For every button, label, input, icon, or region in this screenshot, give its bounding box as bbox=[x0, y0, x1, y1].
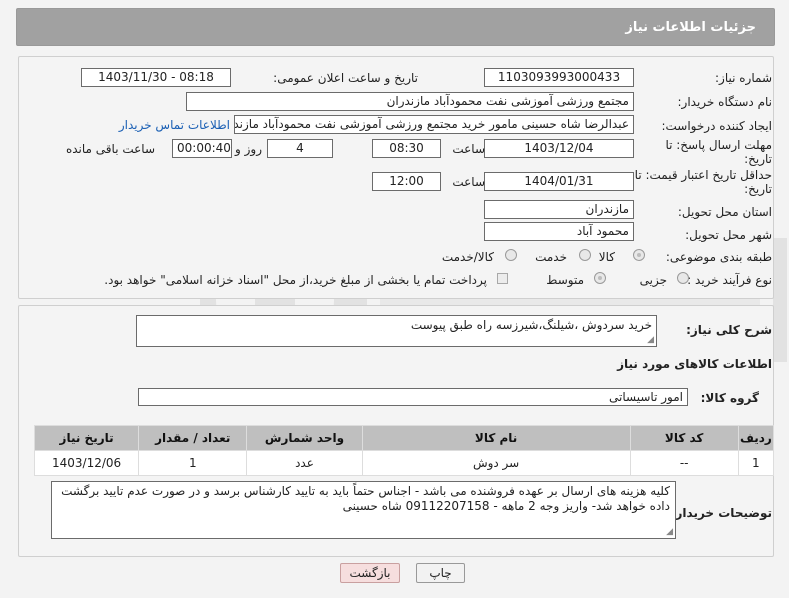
treasury-payment-note: پرداخت تمام یا بخشی از مبلغ خرید،از محل … bbox=[104, 273, 487, 287]
category-option-goods-service: کالا/خدمت bbox=[441, 250, 494, 264]
cell-need-date: 1403/12/06 bbox=[33, 450, 140, 476]
col-header-goods-name: نام کالا bbox=[361, 425, 631, 451]
category-radio-goods[interactable] bbox=[633, 249, 645, 261]
province-label: استان محل تحویل: bbox=[677, 205, 772, 219]
time-remaining-label: ساعت باقی مانده bbox=[65, 142, 155, 156]
cell-quantity: 1 bbox=[138, 450, 248, 476]
col-header-quantity: تعداد / مقدار bbox=[138, 425, 248, 451]
process-radio-medium[interactable] bbox=[594, 272, 606, 284]
category-option-goods: کالا bbox=[598, 250, 615, 264]
col-header-row-number: ردیف bbox=[737, 425, 775, 451]
buyer-notes-label: توضیحات خریدار: bbox=[670, 506, 772, 520]
city-field[interactable]: محمود آباد bbox=[484, 222, 634, 241]
process-radio-minor[interactable] bbox=[677, 272, 689, 284]
table-row[interactable]: 1 -- سر دوش عدد 1 1403/12/06 bbox=[33, 450, 775, 476]
buyer-notes-text: کلیه هزینه های ارسال بر عهده فروشنده می … bbox=[61, 484, 670, 513]
page-header: جزئیات اطلاعات نیاز bbox=[16, 8, 775, 46]
need-number-label: شماره نیاز: bbox=[715, 71, 772, 85]
col-header-unit: واحد شمارش bbox=[246, 425, 363, 451]
col-header-goods-code: کد کالا bbox=[629, 425, 739, 451]
cell-goods-code: -- bbox=[629, 450, 739, 476]
days-label: روز و bbox=[235, 142, 262, 156]
validity-time-label: ساعت bbox=[452, 175, 485, 189]
province-field[interactable]: مازندران bbox=[484, 200, 634, 219]
announce-date-label: تاریخ و ساعت اعلان عمومی: bbox=[273, 71, 418, 85]
deadline-time-field[interactable]: 08:30 bbox=[372, 139, 441, 158]
process-option-minor: جزیی bbox=[639, 273, 667, 287]
goods-table: ردیف کد کالا نام کالا واحد شمارش تعداد /… bbox=[33, 425, 775, 476]
goods-group-field[interactable]: امور تاسیساتی bbox=[138, 388, 688, 406]
process-label: نوع فرآیند خرید : bbox=[687, 273, 772, 287]
goods-group-label: گروه کالا: bbox=[700, 391, 759, 405]
process-option-medium: متوسط bbox=[546, 273, 584, 287]
validity-date-label: تاریخ: bbox=[744, 182, 772, 196]
category-radio-goods-service[interactable] bbox=[505, 249, 517, 261]
buyer-contact-link[interactable]: اطلاعات تماس خریدار bbox=[119, 118, 230, 132]
print-button[interactable]: چاپ bbox=[416, 563, 465, 583]
validity-label: حداقل تاریخ اعتبار قیمت: تا bbox=[634, 168, 772, 182]
requester-label: ایجاد کننده درخواست: bbox=[661, 119, 772, 133]
resize-grip-icon[interactable]: ◢ bbox=[647, 336, 654, 345]
requester-field[interactable]: عبدالرضا شاه حسینی مامور خرید مجتمع ورزش… bbox=[234, 115, 634, 134]
days-remaining-field[interactable]: 4 bbox=[267, 139, 333, 158]
category-option-service: خدمت bbox=[535, 250, 567, 264]
summary-textarea[interactable]: خرید سردوش ،شیلنگ،شیرزسه راه طبق پیوست ◢ bbox=[136, 315, 657, 347]
deadline-time-label: ساعت bbox=[452, 142, 485, 156]
summary-text: خرید سردوش ،شیلنگ،شیرزسه راه طبق پیوست bbox=[410, 318, 652, 332]
table-header-row: ردیف کد کالا نام کالا واحد شمارش تعداد /… bbox=[33, 425, 775, 451]
buyer-notes-textarea[interactable]: کلیه هزینه های ارسال بر عهده فروشنده می … bbox=[51, 481, 676, 539]
treasury-payment-checkbox[interactable] bbox=[497, 273, 508, 284]
page-title: جزئیات اطلاعات نیاز bbox=[625, 20, 756, 35]
category-label: طبقه بندی موضوعی: bbox=[665, 250, 772, 264]
back-button[interactable]: بازگشت bbox=[340, 563, 400, 583]
announce-date-field[interactable]: 1403/11/30 - 08:18 bbox=[81, 68, 231, 87]
city-label: شهر محل تحویل: bbox=[685, 228, 772, 242]
cell-goods-name: سر دوش bbox=[361, 450, 631, 476]
need-number-field[interactable]: 1103093993000433 bbox=[484, 68, 634, 87]
summary-label: شرح کلی نیاز: bbox=[686, 323, 772, 337]
category-radio-service[interactable] bbox=[579, 249, 591, 261]
validity-time-field[interactable]: 12:00 bbox=[372, 172, 441, 191]
buyer-org-label: نام دستگاه خریدار: bbox=[677, 95, 773, 109]
buyer-org-field[interactable]: مجتمع ورزشی آموزشی نفت محمودآباد مازندرا… bbox=[186, 92, 634, 111]
cell-unit: عدد bbox=[246, 450, 363, 476]
resize-grip-icon[interactable]: ◢ bbox=[666, 528, 673, 537]
deadline-label: مهلت ارسال پاسخ: تا bbox=[665, 138, 772, 152]
goods-section-title: اطلاعات کالاهای مورد نیاز bbox=[617, 357, 772, 371]
cell-row-number: 1 bbox=[737, 450, 775, 476]
deadline-date-label: تاریخ: bbox=[744, 152, 772, 166]
time-remaining-field[interactable]: 00:00:40 bbox=[172, 139, 232, 158]
deadline-date-field[interactable]: 1403/12/04 bbox=[484, 139, 634, 158]
validity-date-field[interactable]: 1404/01/31 bbox=[484, 172, 634, 191]
col-header-need-date: تاریخ نیاز bbox=[33, 425, 140, 451]
